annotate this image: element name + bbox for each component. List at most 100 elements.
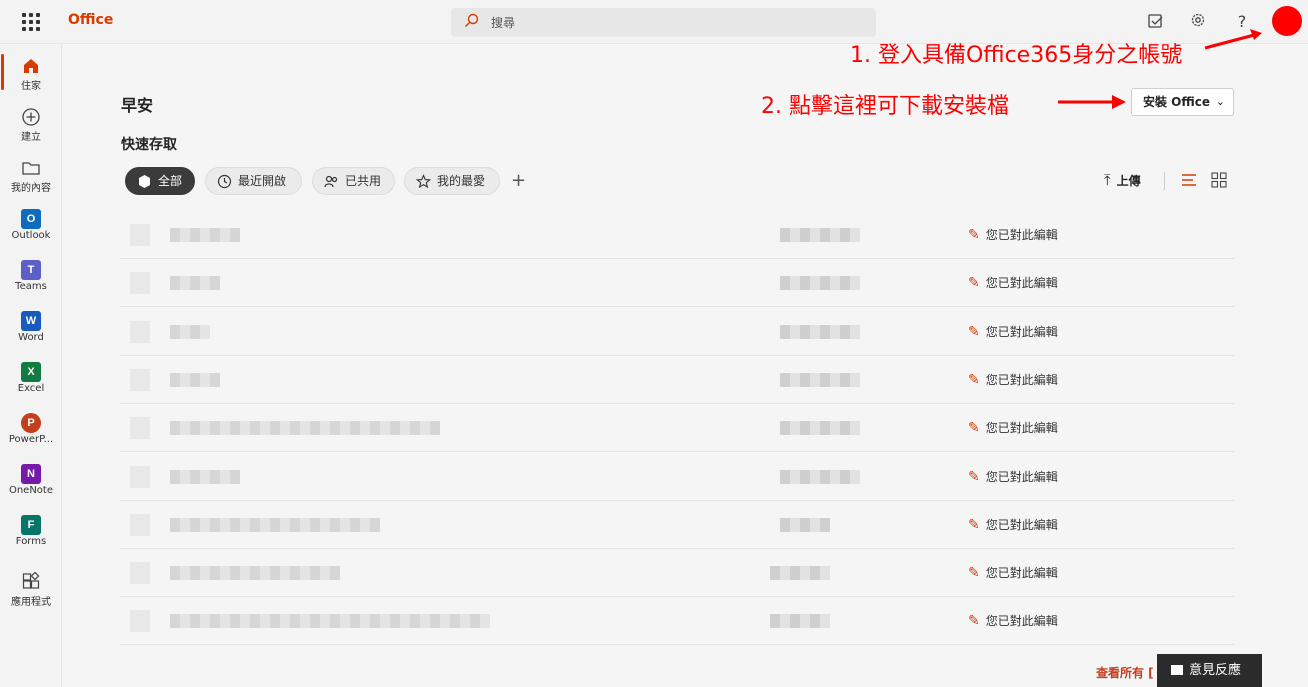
quick-access-heading: 快速存取 [121, 137, 177, 153]
install-office-button[interactable]: 安裝 Office ⌄ [1131, 88, 1234, 116]
file-name-blurred[interactable] [170, 469, 240, 484]
home-icon [24, 59, 38, 73]
filter-shared[interactable]: 已共用 [312, 167, 395, 195]
rail-item-apps[interactable]: 應用程式 [0, 566, 62, 614]
file-name-blurred[interactable] [170, 324, 210, 339]
activity-text: 您已對此編輯 [985, 421, 1058, 436]
pencil-icon: ✎ [968, 420, 980, 437]
rail-item-powerpoint[interactable]: P PowerP... [0, 407, 62, 455]
file-row[interactable]: ✎ 您已對此編輯 [120, 453, 1234, 501]
list-view-icon[interactable] [1181, 172, 1197, 188]
activity-note: ✎ 您已對此編輯 [968, 419, 1058, 436]
rail-label: PowerP... [8, 434, 54, 445]
file-name-blurred[interactable] [170, 228, 240, 242]
greeting-title: 早安 [121, 96, 154, 115]
rail-item-teams[interactable]: T Teams [0, 254, 62, 302]
view-all-link[interactable]: 查看所有 [ [1096, 664, 1154, 681]
activity-note: ✎ 您已對此編輯 [968, 516, 1058, 533]
feedback-button[interactable]: 意見反應 [1157, 654, 1262, 687]
file-location-blurred [780, 421, 860, 436]
rail-item-excel[interactable]: X Excel [0, 356, 62, 404]
file-icon [130, 465, 150, 488]
activity-note: ✎ 您已對此編輯 [968, 274, 1058, 291]
pencil-icon: ✎ [968, 323, 980, 340]
rail-item-my-content[interactable]: 我的內容 [0, 152, 62, 200]
activity-note: ✎ 您已對此編輯 [968, 226, 1058, 243]
file-name-blurred[interactable] [170, 566, 340, 581]
rail-item-create[interactable]: 建立 [0, 101, 62, 149]
file-row[interactable]: ✎ 您已對此編輯 [120, 549, 1234, 598]
filter-favorites[interactable]: 我的最愛 [404, 167, 500, 195]
file-location-blurred [770, 566, 830, 581]
filter-label: 最近開啟 [238, 174, 287, 188]
rail-label: OneNote [8, 485, 54, 496]
chevron-down-icon: ⌄ [1215, 95, 1225, 108]
file-row[interactable]: ✎ 您已對此編輯 [120, 211, 1234, 259]
activity-text: 您已對此編輯 [985, 324, 1058, 339]
upload-label: 上傳 [1116, 174, 1141, 188]
file-row[interactable]: ✎ 您已對此編輯 [120, 597, 1234, 646]
file-location-blurred [780, 276, 860, 291]
file-icon [130, 224, 150, 246]
rail-label: Outlook [11, 230, 51, 241]
account-avatar[interactable] [1272, 6, 1302, 36]
activity-text: 您已對此編輯 [985, 469, 1058, 484]
word-icon: W [21, 311, 41, 331]
pencil-icon: ✎ [968, 371, 980, 388]
upload-button[interactable]: ⤒ 上傳 [1104, 171, 1141, 189]
comment-icon [1171, 665, 1183, 675]
annotation-arrow-2 [1058, 95, 1126, 109]
apps-grid-icon [22, 572, 40, 589]
forms-icon: F [21, 515, 41, 535]
annotation-step-1: 1. 登入具備Office365身分之帳號 [850, 43, 1183, 68]
search-placeholder: 搜尋 [491, 16, 516, 30]
filter-recent[interactable]: 最近開啟 [205, 167, 302, 195]
file-icon [130, 417, 150, 440]
file-row[interactable]: ✎ 您已對此編輯 [120, 259, 1234, 308]
rail-label: 應用程式 [11, 597, 51, 608]
file-icon [130, 513, 150, 536]
filter-all[interactable]: 全部 [125, 167, 195, 195]
app-launcher-icon[interactable] [22, 13, 40, 31]
activity-note: ✎ 您已對此編輯 [968, 564, 1058, 581]
app-rail: 住家 建立 我的內容 O Outlook T Teams W Word X Ex… [0, 44, 62, 687]
file-name-blurred[interactable] [170, 276, 220, 291]
activity-text: 您已對此編輯 [985, 276, 1058, 291]
whats-new-icon[interactable] [1146, 12, 1166, 32]
rail-label: Word [18, 332, 44, 343]
file-row[interactable]: ✎ 您已對此編輯 [120, 356, 1234, 404]
filter-label: 全部 [158, 174, 183, 188]
rail-label: 建立 [21, 132, 41, 143]
activity-text: 您已對此編輯 [985, 566, 1058, 581]
rail-item-word[interactable]: W Word [0, 305, 62, 353]
office-brand-link[interactable]: Office [68, 12, 113, 28]
activity-note: ✎ 您已對此編輯 [968, 371, 1058, 388]
file-name-blurred[interactable] [170, 614, 490, 629]
toolbar-divider [1164, 172, 1165, 190]
rail-item-forms[interactable]: F Forms [0, 509, 62, 557]
add-filter-button[interactable]: + [511, 170, 526, 191]
file-name-blurred[interactable] [170, 372, 220, 387]
activity-note: ✎ 您已對此編輯 [968, 323, 1058, 340]
grid-view-icon[interactable] [1211, 172, 1227, 188]
rail-item-outlook[interactable]: O Outlook [0, 203, 62, 251]
plus-circle-icon [22, 108, 40, 126]
rail-label: Excel [17, 383, 45, 394]
rail-item-onenote[interactable]: N OneNote [0, 458, 62, 506]
file-icon [130, 562, 150, 585]
search-box[interactable]: 搜尋 [451, 8, 876, 37]
rail-label: 住家 [21, 81, 41, 92]
file-row[interactable]: ✎ 您已對此編輯 [120, 308, 1234, 356]
activity-text: 您已對此編輯 [985, 517, 1058, 532]
file-location-blurred [780, 324, 860, 339]
rail-item-home[interactable]: 住家 [0, 50, 62, 98]
activity-note: ✎ 您已對此編輯 [968, 468, 1058, 485]
teams-icon: T [21, 260, 41, 280]
file-icon [130, 320, 150, 343]
file-name-blurred[interactable] [170, 517, 380, 532]
upload-arrow-icon: ⤒ [1104, 171, 1111, 189]
file-row[interactable]: ✎ 您已對此編輯 [120, 501, 1234, 549]
file-row[interactable]: ✎ 您已對此編輯 [120, 404, 1234, 453]
activity-text: 您已對此編輯 [985, 614, 1058, 629]
file-name-blurred[interactable] [170, 421, 440, 436]
